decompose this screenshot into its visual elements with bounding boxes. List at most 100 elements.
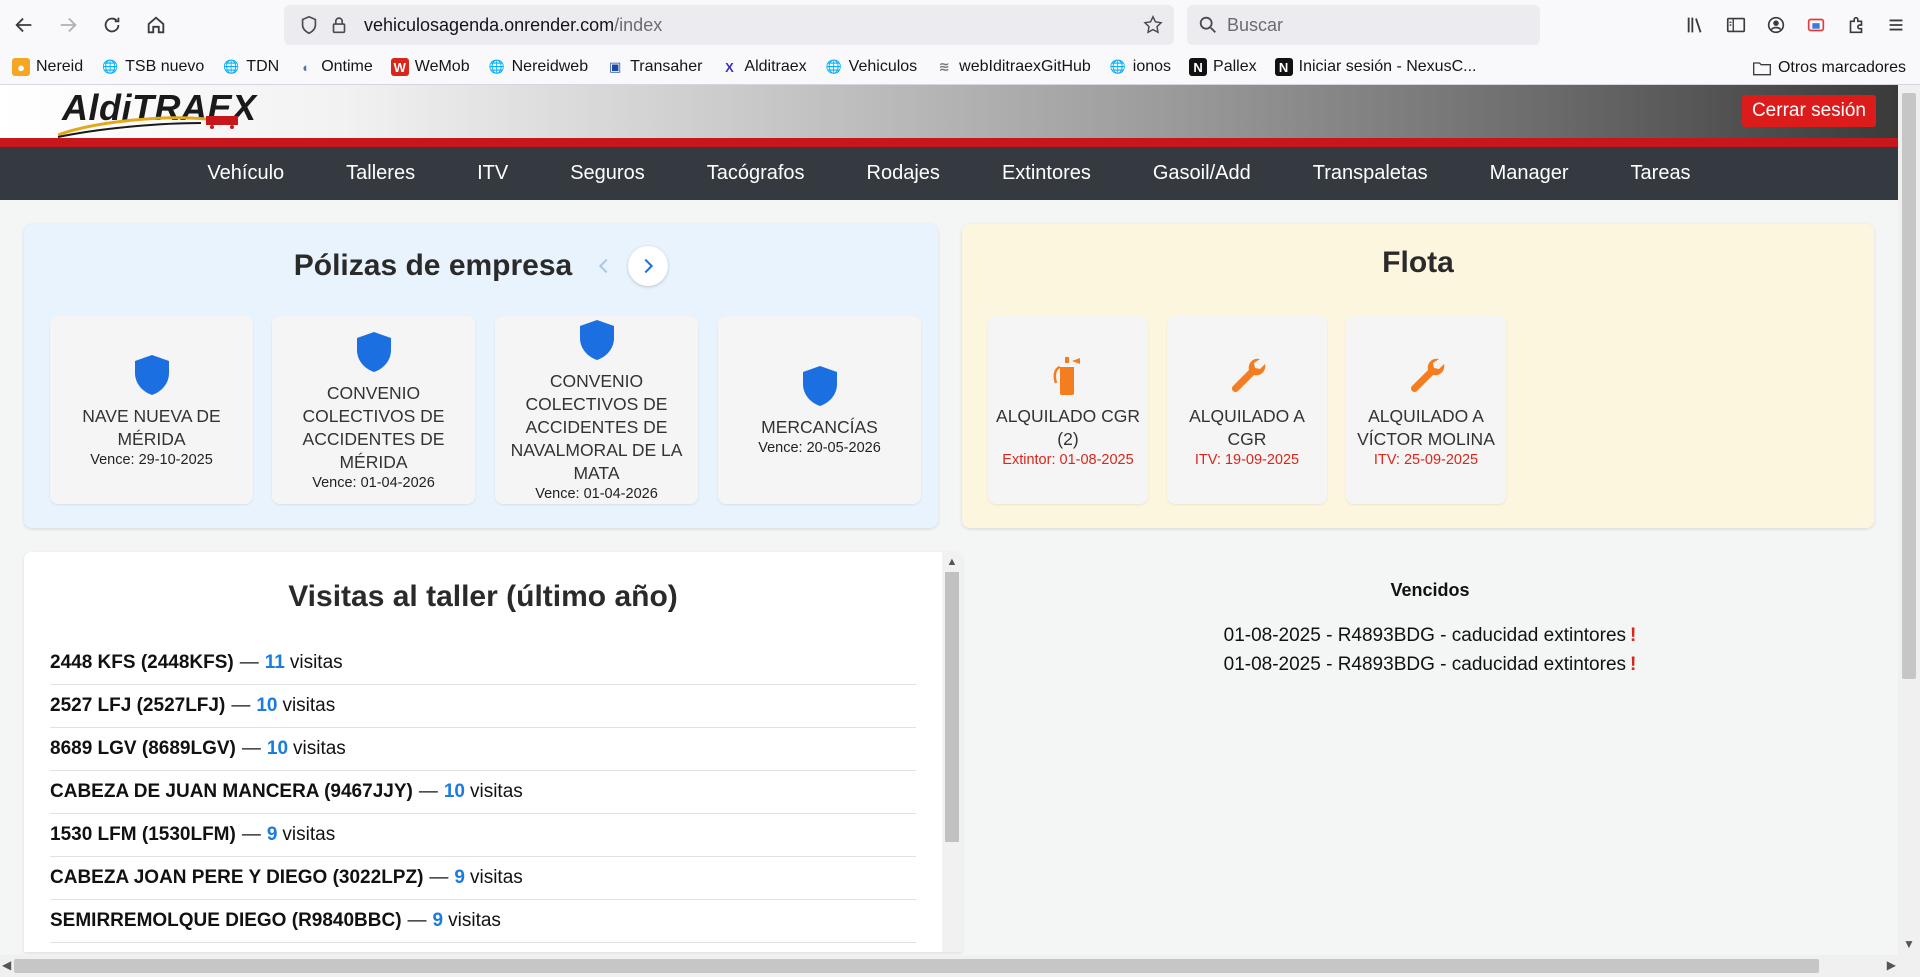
bookmark-item[interactable]: N Iniciar sesión - NexusC...	[1274, 58, 1476, 76]
bookmark-item[interactable]: 🌐 Nereidweb	[488, 58, 589, 76]
visita-row: SEMIRREMOLQUE DIEGO (R9840BBC) —9 visitas	[50, 900, 916, 943]
poliza-card[interactable]: CONVENIO COLECTIVOS DE ACCIDENTES DE NAV…	[495, 316, 698, 504]
flota-card[interactable]: ALQUILADO A CGR ITV: 19-09-2025	[1167, 316, 1327, 504]
extensions-button[interactable]	[1836, 5, 1876, 45]
flota-card-title: ALQUILADO CGR (2)	[996, 405, 1140, 449]
poliza-card[interactable]: MERCANCÍAS Vence: 20-05-2026	[718, 316, 921, 504]
polizas-prev-button[interactable]	[584, 246, 624, 286]
nav-manager[interactable]: Manager	[1490, 162, 1569, 185]
nav-rodajes[interactable]: Rodajes	[867, 162, 940, 185]
bookmarks-bar: ● Nereid 🌐 TSB nuevo 🌐 TDN ◐ Ontime W WeMob 🌐 Nerei…	[0, 50, 1920, 85]
site-header: AldiTRAEX Cerrar sesión	[0, 85, 1898, 138]
nav-extintores[interactable]: Extintores	[1002, 162, 1091, 185]
page-horizontal-scrollbar[interactable]: ◀ ▶	[0, 955, 1898, 977]
shield-icon	[356, 331, 391, 372]
visita-row: 2527 LFJ (2527LFJ) —10 visitas	[50, 685, 916, 728]
poliza-expiry: Vence: 20-05-2026	[758, 440, 881, 456]
bookmark-item[interactable]: ◐ Ontime	[297, 58, 373, 76]
account-button[interactable]	[1756, 5, 1796, 45]
hamburger-menu-icon	[1889, 19, 1903, 31]
alert-mark-icon: !	[1630, 625, 1637, 646]
page-hscroll-thumb[interactable]	[14, 959, 1819, 973]
poliza-expiry: Vence: 29-10-2025	[90, 451, 213, 468]
forward-button[interactable]	[48, 5, 88, 45]
visitas-panel[interactable]: Visitas al taller (último año) 2448 KFS …	[24, 552, 962, 952]
poliza-card[interactable]: NAVE NUEVA DE MÉRIDA Vence: 29-10-2025	[50, 316, 253, 504]
bookmark-item[interactable]: ● Nereid	[12, 58, 83, 76]
media-button[interactable]	[1796, 5, 1836, 45]
visitas-list: 2448 KFS (2448KFS) —11 visitas 2527 LFJ (25…	[50, 642, 916, 952]
scroll-down-icon[interactable]: ▼	[1903, 937, 1915, 951]
lock-icon[interactable]	[328, 14, 350, 36]
vencidos-title: Vencidos	[1390, 580, 1470, 600]
bookmark-item[interactable]: W WeMob	[390, 58, 470, 76]
bookmark-item[interactable]: N Pallex	[1189, 58, 1257, 76]
bookmark-label: Pallex	[1213, 58, 1257, 75]
page-vscroll-thumb[interactable]	[1902, 93, 1916, 679]
nav-talleres[interactable]: Talleres	[346, 162, 415, 185]
bookmark-item[interactable]: 🌐 TDN	[222, 58, 279, 76]
back-button[interactable]	[4, 5, 44, 45]
header-red-band	[0, 138, 1898, 147]
poliza-title: MERCANCÍAS	[761, 417, 878, 437]
home-button[interactable]	[136, 5, 176, 45]
library-button[interactable]	[1676, 5, 1716, 45]
flota-card[interactable]: ALQUILADO CGR (2) Extintor: 01-08-2025	[988, 316, 1148, 504]
alditraex-logo[interactable]: AldiTRAEX	[56, 87, 271, 138]
sidebar-button[interactable]	[1716, 5, 1756, 45]
bookmark-label: Nereidweb	[511, 58, 589, 75]
account-icon	[1767, 16, 1785, 34]
bookmark-item[interactable]: 🌐 Vehiculos	[825, 58, 918, 76]
globe-icon: 🌐	[825, 59, 842, 74]
bookmark-label: TSB nuevo	[125, 58, 205, 75]
browser-toolbar: vehiculosagenda.onrender.com/index Busca…	[0, 0, 1920, 50]
visitas-scroll-thumb[interactable]	[945, 572, 959, 842]
nav-itv[interactable]: ITV	[477, 162, 508, 185]
bookmark-item[interactable]: 🌐 ionos	[1109, 58, 1171, 76]
bookmark-item[interactable]: ▣ Transaher	[606, 58, 702, 76]
flota-header: Flota	[962, 246, 1874, 280]
nav-vehiculo[interactable]: Vehículo	[207, 162, 284, 185]
bookmark-item[interactable]: ≋ webIditraexGitHub	[935, 58, 1091, 76]
logo-swoosh-icon	[57, 116, 238, 138]
bookmark-item[interactable]: 🌐 TSB nuevo	[101, 58, 204, 76]
polizas-next-button[interactable]	[628, 246, 669, 286]
poliza-title: CONVENIO COLECTIVOS DE ACCIDENTES DE MÉR…	[302, 382, 445, 472]
scroll-up-icon[interactable]: ▲	[946, 556, 958, 568]
vencidos-section: Vencidos 01-08-2025 - R4893BDG - caducid…	[1000, 580, 1860, 683]
nav-tacografos[interactable]: Tacógrafos	[707, 162, 805, 185]
search-bar[interactable]: Buscar	[1187, 5, 1540, 45]
github-page-icon: ≋	[938, 59, 950, 74]
visita-row: 1530 LFM (1530LFM) —9 visitas	[50, 814, 916, 857]
shield-icon[interactable]	[298, 14, 320, 36]
visita-row: 8689 LGV (8689LGV) —10 visitas	[50, 728, 916, 771]
other-bookmarks-folder[interactable]: Otros marcadores	[1752, 50, 1906, 85]
visitas-scrollbar[interactable]: ▲	[942, 552, 962, 952]
puzzle-icon	[1849, 16, 1863, 34]
flota-card[interactable]: ALQUILADO A VÍCTOR MOLINA ITV: 25-09-202…	[1346, 316, 1506, 504]
nav-gasoil[interactable]: Gasoil/Add	[1153, 162, 1251, 185]
nav-seguros[interactable]: Seguros	[570, 162, 645, 185]
globe-icon: 🌐	[1109, 59, 1126, 74]
address-bar[interactable]: vehiculosagenda.onrender.com/index	[284, 5, 1174, 45]
menu-button[interactable]	[1876, 5, 1916, 45]
bookmark-star-icon[interactable]	[1142, 14, 1164, 36]
url-text[interactable]: vehiculosagenda.onrender.com/index	[364, 15, 662, 36]
visit-count: 11	[264, 652, 285, 673]
polizas-title: Pólizas de empresa	[293, 249, 573, 282]
shield-icon	[579, 320, 614, 360]
bookmark-label: webIditraexGitHub	[959, 58, 1091, 75]
poliza-expiry: Vence: 01-04-2026	[535, 486, 658, 502]
scroll-right-icon[interactable]: ▶	[1887, 958, 1896, 972]
nav-transpaletas[interactable]: Transpaletas	[1313, 162, 1428, 185]
logout-button[interactable]: Cerrar sesión	[1741, 95, 1876, 127]
sidebar-icon	[1726, 17, 1746, 33]
reload-button[interactable]	[92, 5, 132, 45]
bookmark-item[interactable]: X Alditraex	[720, 58, 807, 76]
vencido-item: 01-08-2025 - R4893BDG - caducidad extint…	[1000, 625, 1860, 647]
visit-count: 9	[266, 824, 278, 845]
scroll-left-icon[interactable]: ◀	[2, 958, 11, 972]
poliza-card[interactable]: CONVENIO COLECTIVOS DE ACCIDENTES DE MÉR…	[272, 316, 475, 504]
page-vertical-scrollbar[interactable]: ▼	[1898, 85, 1920, 955]
nav-tareas[interactable]: Tareas	[1631, 162, 1691, 185]
